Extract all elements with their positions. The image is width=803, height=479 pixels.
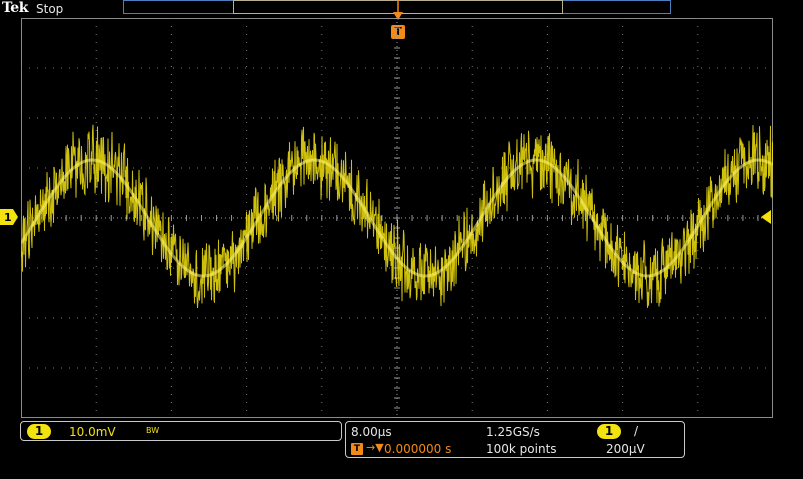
trigger-level-marker[interactable] xyxy=(761,210,771,224)
acquisition-state: Stop xyxy=(36,2,64,16)
trigger-level: 200µV xyxy=(606,442,645,456)
channel1-offset-marker[interactable]: 1 xyxy=(0,209,18,225)
brand-logo: Tek xyxy=(2,0,28,16)
status-bar: Tek Stop xyxy=(0,0,803,20)
channel1-badge: 1 xyxy=(27,424,51,439)
channel1-marker-label: 1 xyxy=(4,211,12,224)
horizontal-trigger-readout[interactable]: 8.00µs 1.25GS/s 1 / T →▼ 0.000000 s 100k… xyxy=(345,421,685,458)
channel1-readout[interactable]: 1 10.0mV BW xyxy=(20,421,342,441)
sample-rate: 1.25GS/s xyxy=(486,425,540,439)
delay-arrow-icon: →▼ xyxy=(366,441,384,454)
record-length: 100k points xyxy=(486,442,557,456)
trigger-delay: 0.000000 s xyxy=(384,442,452,456)
trigger-slope-icon: / xyxy=(634,424,639,438)
trigger-delay-icon: T xyxy=(351,443,363,455)
waveform-graticule xyxy=(21,18,773,418)
channel1-scale: 10.0mV xyxy=(69,425,116,439)
trigger-source-badge: 1 xyxy=(597,424,621,439)
time-per-division: 8.00µs xyxy=(351,425,392,439)
bandwidth-limit-flag: BW xyxy=(146,426,160,435)
